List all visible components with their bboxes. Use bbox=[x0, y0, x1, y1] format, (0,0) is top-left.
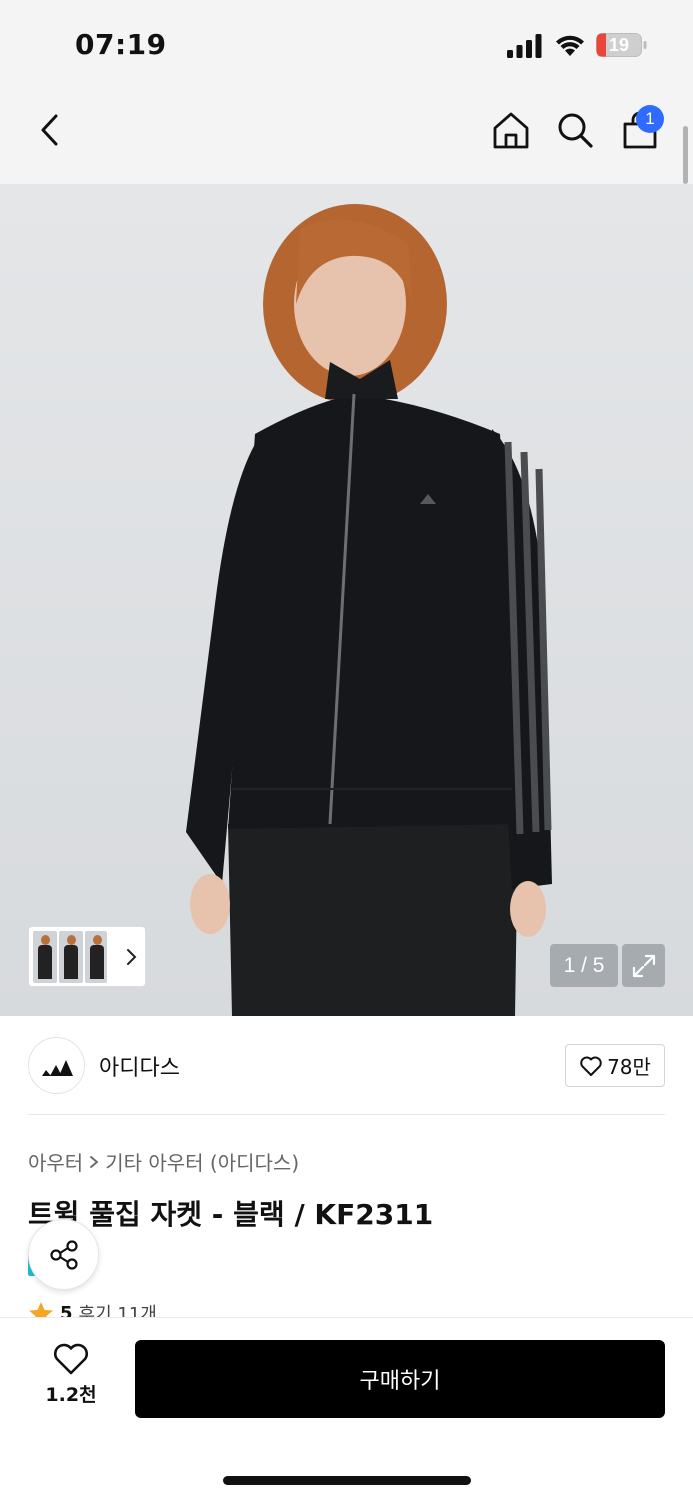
brand-like-count: 78만 bbox=[607, 1055, 651, 1079]
status-time: 07:19 bbox=[75, 28, 167, 61]
chevron-right-icon bbox=[127, 949, 137, 965]
top-navigation-bar bbox=[0, 90, 693, 184]
expand-icon bbox=[632, 954, 655, 977]
home-button[interactable] bbox=[489, 108, 533, 152]
battery-icon: 19 bbox=[596, 33, 648, 57]
status-bar: 07:19 19 bbox=[0, 0, 693, 90]
breadcrumb-subcategory[interactable]: 기타 아우터 (아디다스) bbox=[105, 1147, 299, 1176]
expand-image-button[interactable] bbox=[622, 944, 665, 987]
breadcrumb-category[interactable]: 아우터 bbox=[28, 1147, 83, 1176]
image-page-indicator: 1 / 5 bbox=[550, 944, 618, 987]
product-title: 트윌 풀집 자켓 - 블랙 / KF2311 bbox=[28, 1198, 434, 1231]
brand-name[interactable]: 아디다스 bbox=[99, 1050, 180, 1082]
share-button[interactable] bbox=[28, 1219, 99, 1290]
thumbnail-image[interactable] bbox=[85, 930, 107, 983]
scroll-indicator bbox=[683, 126, 688, 184]
wishlist-count: 1.2천 bbox=[45, 1384, 97, 1406]
back-button[interactable] bbox=[28, 108, 72, 152]
cart-count-badge: 1 bbox=[636, 105, 664, 133]
home-icon bbox=[493, 112, 529, 149]
adidas-logo-icon bbox=[41, 1059, 73, 1076]
thumbnail-image[interactable] bbox=[59, 930, 83, 983]
heart-icon bbox=[54, 1343, 88, 1375]
brand-logo[interactable] bbox=[28, 1037, 85, 1094]
wishlist-button[interactable]: 1.2천 bbox=[38, 1342, 104, 1414]
heart-icon bbox=[580, 1056, 602, 1076]
brand-like-button[interactable]: 78만 bbox=[565, 1044, 665, 1087]
buy-button[interactable]: 구매하기 bbox=[135, 1340, 665, 1418]
thumbnail-image[interactable] bbox=[33, 930, 57, 983]
home-indicator bbox=[223, 1476, 471, 1485]
divider bbox=[28, 1114, 665, 1115]
search-icon bbox=[558, 113, 593, 148]
thumbnail-strip[interactable] bbox=[28, 926, 146, 987]
share-icon bbox=[49, 1239, 78, 1270]
search-button[interactable] bbox=[553, 108, 597, 152]
product-image[interactable] bbox=[0, 184, 693, 1016]
product-photo bbox=[186, 204, 552, 1016]
breadcrumb: 아우터 기타 아우터 (아디다스) bbox=[28, 1147, 299, 1176]
chevron-right-icon bbox=[90, 1155, 99, 1168]
cellular-signal-icon bbox=[507, 34, 542, 58]
back-icon bbox=[41, 114, 58, 146]
wifi-icon bbox=[556, 35, 584, 56]
battery-level: 19 bbox=[608, 34, 630, 55]
